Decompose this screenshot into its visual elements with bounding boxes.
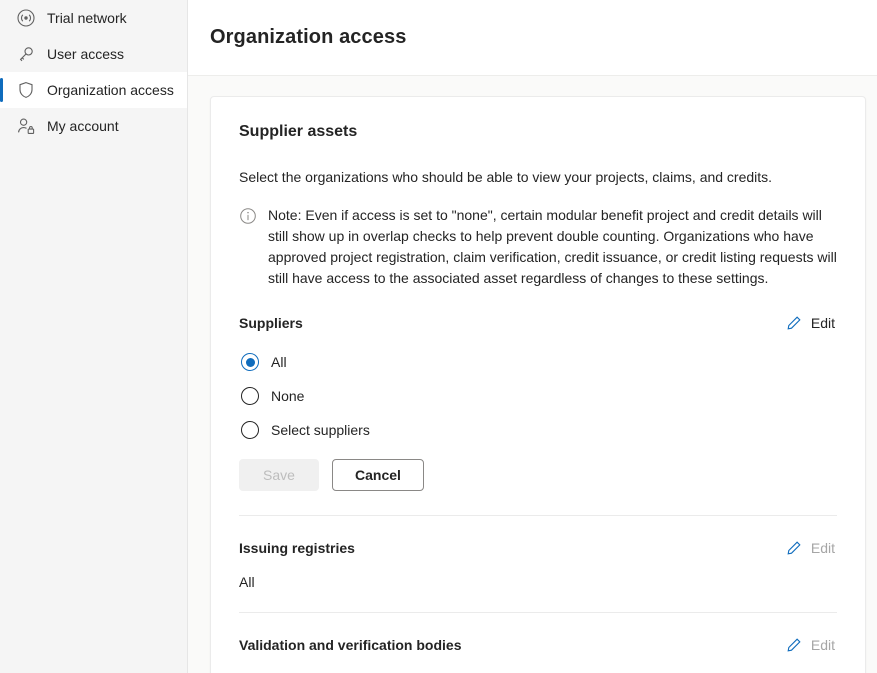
- suppliers-section-header: Suppliers Edit: [239, 315, 837, 331]
- note-text: Note: Even if access is set to "none", c…: [268, 207, 837, 286]
- key-icon: [16, 44, 36, 64]
- issuing-registries-edit-label: Edit: [810, 540, 835, 556]
- sidebar-item-trial-network[interactable]: Trial network: [0, 0, 187, 36]
- card-title: Supplier assets: [239, 123, 358, 140]
- supplier-assets-card: Supplier assets Select the organizations…: [210, 96, 866, 673]
- sidebar-item-my-account[interactable]: My account: [0, 108, 187, 144]
- pencil-icon: [786, 540, 802, 556]
- validation-bodies-edit-label: Edit: [810, 637, 835, 653]
- issuing-registries-title: Issuing registries: [239, 540, 355, 556]
- app-root: Trial network User access Organization a…: [0, 0, 877, 673]
- suppliers-radio-group[interactable]: All None Select suppliers: [239, 345, 837, 447]
- suppliers-edit-label: Edit: [810, 315, 835, 331]
- radio-option-select-suppliers[interactable]: Select suppliers: [239, 413, 837, 447]
- radio-label: None: [271, 388, 305, 404]
- save-button[interactable]: Save: [239, 459, 319, 491]
- person-lock-icon: [16, 116, 36, 136]
- main-content: Organization access Supplier assets Sele…: [188, 0, 877, 673]
- pencil-icon: [786, 315, 802, 331]
- suppliers-edit-button[interactable]: Edit: [786, 315, 837, 331]
- validation-bodies-section-header: Validation and verification bodies Edit: [239, 637, 837, 653]
- sidebar: Trial network User access Organization a…: [0, 0, 188, 673]
- content-area: Supplier assets Select the organizations…: [188, 76, 877, 673]
- issuing-registries-section-header: Issuing registries Edit: [239, 540, 837, 556]
- issuing-registries-edit-button[interactable]: Edit: [786, 540, 837, 556]
- sidebar-item-label: Trial network: [47, 10, 127, 26]
- info-icon: [239, 207, 257, 225]
- validation-bodies-title: Validation and verification bodies: [239, 637, 462, 653]
- card-description: Select the organizations who should be a…: [239, 169, 773, 185]
- suppliers-title: Suppliers: [239, 315, 303, 331]
- radio-label: All: [271, 354, 287, 370]
- shield-icon: [16, 80, 36, 100]
- validation-bodies-section: Validation and verification bodies Edit …: [239, 613, 837, 673]
- note-callout: Note: Even if access is set to "none", c…: [239, 205, 837, 289]
- sidebar-item-label: User access: [47, 46, 125, 62]
- page-title: Organization access: [210, 26, 407, 48]
- issuing-registries-section: Issuing registries Edit All: [239, 516, 837, 590]
- sidebar-item-label: My account: [47, 118, 119, 134]
- radio-label: Select suppliers: [271, 422, 370, 438]
- page-header: Organization access: [188, 0, 877, 76]
- sidebar-item-label: Organization access: [47, 82, 174, 98]
- sidebar-item-organization-access[interactable]: Organization access: [0, 72, 187, 108]
- radio-option-all[interactable]: All: [239, 345, 837, 379]
- suppliers-button-row: Save Cancel: [239, 459, 837, 491]
- cancel-button[interactable]: Cancel: [332, 459, 424, 491]
- network-icon: [16, 8, 36, 28]
- sidebar-item-user-access[interactable]: User access: [0, 36, 187, 72]
- radio-option-none[interactable]: None: [239, 379, 837, 413]
- radio-indicator: [241, 387, 259, 405]
- radio-indicator: [241, 353, 259, 371]
- pencil-icon: [786, 637, 802, 653]
- issuing-registries-value: All: [239, 574, 255, 590]
- radio-indicator: [241, 421, 259, 439]
- validation-bodies-edit-button[interactable]: Edit: [786, 637, 837, 653]
